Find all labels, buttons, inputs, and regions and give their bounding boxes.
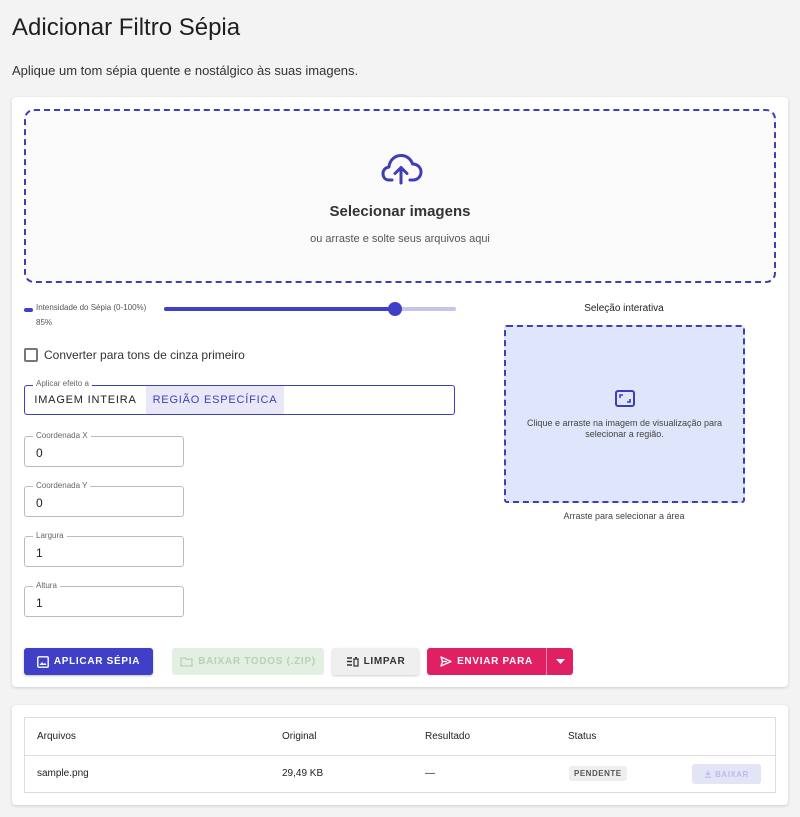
caret-down-icon <box>555 659 565 664</box>
clear-button[interactable]: LIMPAR <box>332 648 419 675</box>
grayscale-label: Converter para tons de cinza primeiro <box>44 348 245 362</box>
header-files: Arquivos <box>37 731 76 742</box>
download-all-button[interactable]: BAIXAR TODOS (.ZIP) <box>172 648 324 675</box>
row-download-label: BAIXAR <box>715 769 749 779</box>
send-to-label: ENVIAR PARA <box>457 656 533 667</box>
download-icon <box>704 770 712 778</box>
file-dropzone[interactable]: Selecionar imagens ou arraste e solte se… <box>24 109 776 283</box>
intensity-slider-group: Intensidade do Sépia (0-100%) 85% <box>24 302 456 331</box>
clear-label: LIMPAR <box>363 656 406 667</box>
coord-y-input[interactable]: 0 <box>36 496 43 510</box>
dropzone-subtitle: ou arraste e solte seus arquivos aqui <box>310 233 490 245</box>
header-divider <box>25 755 775 756</box>
cloud-upload-icon <box>381 154 423 185</box>
slider-label-marker <box>24 308 33 312</box>
send-icon <box>440 656 452 667</box>
coord-x-label: Coordenada X <box>33 431 91 440</box>
selection-hint: Clique e arraste na imagem de visualizaç… <box>526 418 723 439</box>
editor-card: Selecionar imagens ou arraste e solte se… <box>12 97 788 687</box>
width-field[interactable]: Largura 1 <box>24 531 184 567</box>
row-original-size: 29,49 KB <box>282 768 324 779</box>
row-result: — <box>425 768 435 779</box>
width-label: Largura <box>33 531 67 540</box>
selection-preview[interactable]: Clique e arraste na imagem de visualizaç… <box>504 325 745 503</box>
page-subtitle: Aplique um tom sépia quente e nostálgico… <box>12 63 359 78</box>
toggle-whole-image[interactable]: IMAGEM INTEIRA <box>25 386 146 414</box>
crop-frame-icon <box>615 390 635 407</box>
coord-x-input[interactable]: 0 <box>36 446 43 460</box>
intensity-label: Intensidade do Sépia (0-100%) <box>36 303 147 312</box>
selection-caption: Arraste para selecionar a área <box>563 511 685 521</box>
clear-list-icon <box>346 657 359 667</box>
grayscale-checkbox[interactable] <box>24 348 38 362</box>
height-label: Altura <box>33 581 60 590</box>
header-original: Original <box>282 731 317 742</box>
coord-y-field[interactable]: Coordenada Y 0 <box>24 481 184 517</box>
grayscale-option[interactable]: Converter para tons de cinza primeiro <box>24 347 245 363</box>
send-to-dropdown-button[interactable] <box>546 648 573 675</box>
header-result: Resultado <box>425 731 471 742</box>
image-icon <box>36 655 49 668</box>
slider-fill <box>164 307 395 311</box>
coord-y-label: Coordenada Y <box>33 481 91 490</box>
header-status: Status <box>568 731 597 742</box>
send-to-button[interactable]: ENVIAR PARA <box>427 648 546 675</box>
selection-title: Seleção interativa <box>584 303 664 314</box>
download-all-label: BAIXAR TODOS (.ZIP) <box>198 656 316 667</box>
status-badge: PENDENTE <box>569 766 627 781</box>
apply-sepia-label: APLICAR SÉPIA <box>53 656 141 667</box>
height-field[interactable]: Altura 1 <box>24 581 184 617</box>
toggle-specific-region[interactable]: REGIÃO ESPECÍFICA <box>146 386 284 414</box>
dropzone-title: Selecionar imagens <box>329 203 471 220</box>
height-input[interactable]: 1 <box>36 596 43 610</box>
width-input[interactable]: 1 <box>36 546 43 560</box>
page-title: Adicionar Filtro Sépia <box>12 14 241 41</box>
row-download-button[interactable]: BAIXAR <box>692 764 761 784</box>
apply-to-toggle-group: Aplicar efeito a IMAGEM INTEIRA REGIÃO E… <box>24 379 455 415</box>
coord-x-field[interactable]: Coordenada X 0 <box>24 431 184 467</box>
files-table: Arquivos Original Resultado Status sampl… <box>24 717 776 793</box>
files-card: Arquivos Original Resultado Status sampl… <box>12 705 788 805</box>
intensity-slider[interactable] <box>164 302 456 316</box>
folder-zip-icon <box>180 657 193 667</box>
apply-sepia-button[interactable]: APLICAR SÉPIA <box>24 648 153 675</box>
row-file-name: sample.png <box>37 768 89 779</box>
intensity-value: 85% <box>36 318 53 327</box>
slider-thumb[interactable] <box>387 302 402 316</box>
